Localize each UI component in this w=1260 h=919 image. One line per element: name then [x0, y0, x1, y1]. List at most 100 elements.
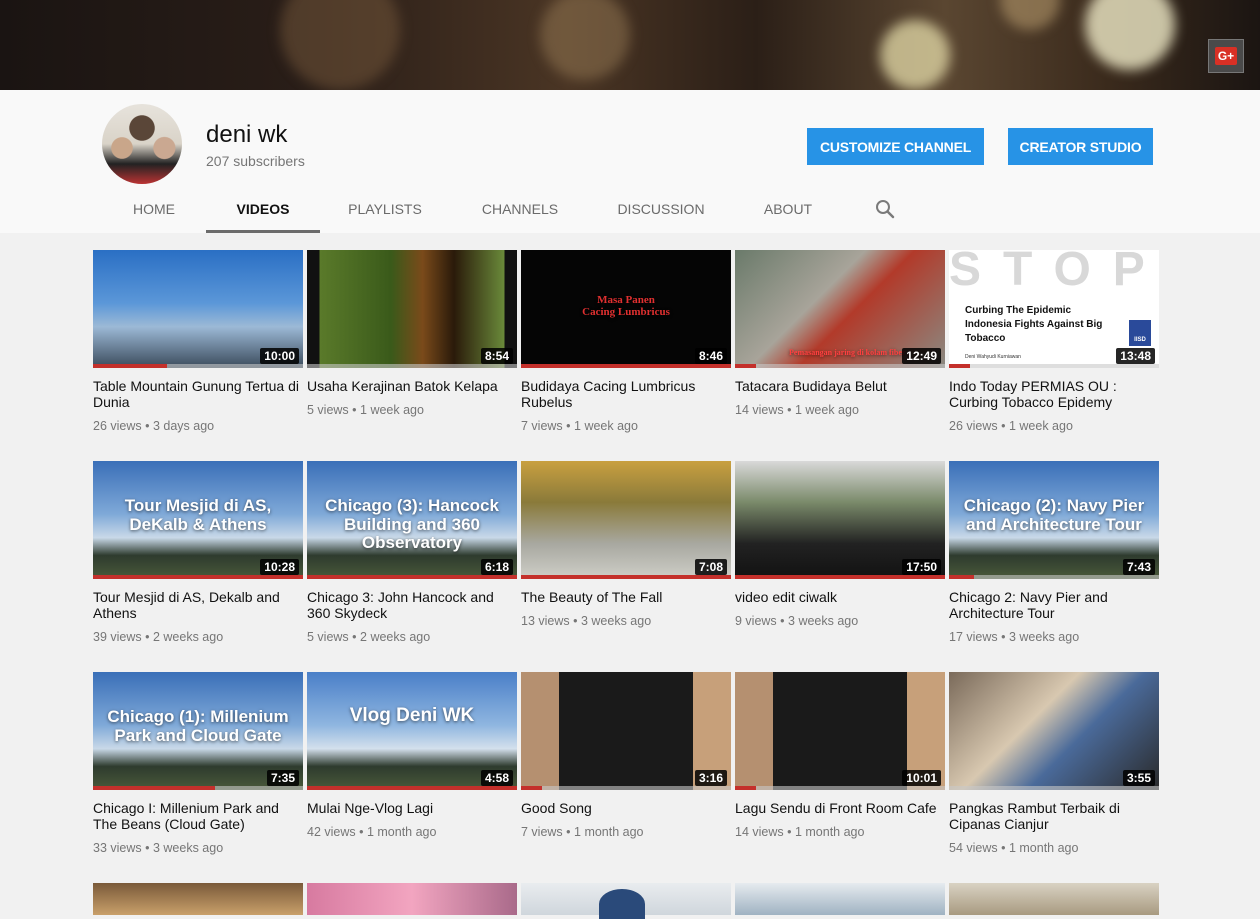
video-thumbnail[interactable]: 7:08 — [521, 461, 731, 579]
tab-home[interactable]: HOME — [108, 188, 200, 233]
video-meta: 26 views • 3 days ago — [93, 419, 303, 433]
video-thumbnail[interactable] — [949, 883, 1159, 915]
video-title[interactable]: Table Mountain Gunung Tertua di Dunia — [93, 378, 303, 410]
video-thumbnail[interactable]: 10:00 — [93, 250, 303, 368]
video-card[interactable]: 10:00 Table Mountain Gunung Tertua di Dun… — [93, 250, 303, 433]
search-icon[interactable] — [874, 198, 896, 220]
view-count: 5 views — [307, 630, 349, 644]
video-title[interactable]: Chicago 2: Navy Pier and Architecture To… — [949, 589, 1159, 621]
video-card[interactable]: Chicago (2): Navy Pier and Architecture … — [949, 461, 1159, 644]
video-card[interactable]: 7:08 The Beauty of The Fall 13 views • 3 w… — [521, 461, 731, 628]
video-card[interactable]: 17:50 video edit ciwalk 9 views • 3 weeks … — [735, 461, 945, 628]
video-card[interactable]: 8:54 Usaha Kerajinan Batok Kelapa 5 views … — [307, 250, 517, 417]
video-meta: 39 views • 2 weeks ago — [93, 630, 303, 644]
meta-separator: • — [562, 419, 575, 433]
video-thumbnail[interactable]: Chicago (1): Millenium Park and Cloud Ga… — [93, 672, 303, 790]
video-card[interactable]: 3:55 Pangkas Rambut Terbaik di Cipanas Ci… — [949, 672, 1159, 855]
video-title[interactable]: Chicago 3: John Hancock and 360 Skydeck — [307, 589, 517, 621]
video-card[interactable]: 3:16 Good Song 7 views • 1 month ago — [521, 672, 731, 839]
view-count: 33 views — [93, 841, 142, 855]
view-count: 42 views — [307, 825, 356, 839]
video-title[interactable]: Budidaya Cacing Lumbricus Rubelus — [521, 378, 731, 410]
watch-progress-track — [949, 575, 1159, 579]
video-thumbnail[interactable]: 17:50 — [735, 461, 945, 579]
video-card[interactable]: 10:01 Lagu Sendu di Front Room Cafe 14 vie… — [735, 672, 945, 839]
view-count: 39 views — [93, 630, 142, 644]
upload-age: 3 weeks ago — [580, 614, 652, 628]
thumbnail-logo: IISD — [1129, 320, 1151, 346]
watch-progress-bar — [93, 575, 303, 579]
video-duration: 10:01 — [902, 770, 941, 786]
video-meta: 13 views • 3 weeks ago — [521, 614, 731, 628]
meta-separator: • — [997, 630, 1009, 644]
video-card[interactable]: Tour Mesjid di AS, DeKalb & Athens 10:28 T… — [93, 461, 303, 644]
view-count: 5 views — [307, 403, 349, 417]
thumbnail-text: Masa Panen Cacing Lumbricus — [582, 294, 670, 319]
video-thumbnail[interactable] — [93, 883, 303, 915]
video-thumbnail[interactable]: Tour Mesjid di AS, DeKalb & Athens 10:28 — [93, 461, 303, 579]
video-thumbnail[interactable]: 3:16 — [521, 672, 731, 790]
video-thumbnail[interactable]: 3:55 — [949, 672, 1159, 790]
watch-progress-bar — [735, 364, 756, 368]
creator-studio-button[interactable]: CREATOR STUDIO — [1008, 128, 1153, 165]
video-title[interactable]: Pangkas Rambut Terbaik di Cipanas Cianju… — [949, 800, 1159, 832]
watch-progress-track — [307, 364, 517, 368]
video-thumbnail[interactable]: Pemasangan jaring di kolam fiber 12:49 — [735, 250, 945, 368]
watch-progress-bar — [949, 364, 970, 368]
video-title[interactable]: video edit ciwalk — [735, 589, 945, 605]
video-title[interactable]: Tour Mesjid di AS, Dekalb and Athens — [93, 589, 303, 621]
video-duration: 10:28 — [260, 559, 299, 575]
video-title[interactable]: Lagu Sendu di Front Room Cafe — [735, 800, 945, 816]
video-card[interactable]: STOP Curbing The Epidemic Indonesia Fight… — [949, 250, 1159, 433]
tab-about[interactable]: ABOUT — [750, 188, 826, 233]
watch-progress-bar — [735, 786, 756, 790]
thumbnail-text: Chicago (1): Millenium Park and Cloud Ga… — [107, 707, 289, 745]
video-thumbnail[interactable]: 10:01 — [735, 672, 945, 790]
video-title[interactable]: Good Song — [521, 800, 731, 816]
video-thumbnail[interactable]: Chicago (3): Hancock Building and 360 Ob… — [307, 461, 517, 579]
video-card[interactable]: Chicago (1): Millenium Park and Cloud Ga… — [93, 672, 303, 855]
watch-progress-bar — [521, 786, 542, 790]
video-card[interactable]: Chicago (3): Hancock Building and 360 Ob… — [307, 461, 517, 644]
video-meta: 54 views • 1 month ago — [949, 841, 1159, 855]
video-meta: 14 views • 1 month ago — [735, 825, 945, 839]
video-duration: 6:18 — [480, 559, 513, 575]
video-title[interactable]: Mulai Nge-Vlog Lagi — [307, 800, 517, 816]
video-card[interactable]: Vlog Deni WK 4:58 Mulai Nge-Vlog Lagi 42 vi… — [307, 672, 517, 839]
video-title[interactable]: Chicago I: Millenium Park and The Beans … — [93, 800, 303, 832]
channel-avatar[interactable] — [102, 104, 182, 184]
video-thumbnail[interactable]: Masa Panen Cacing Lumbricus 8:46 — [521, 250, 731, 368]
video-meta: 14 views • 1 week ago — [735, 403, 945, 417]
view-count: 7 views — [521, 419, 563, 433]
video-thumbnail[interactable]: Chicago (2): Navy Pier and Architecture … — [949, 461, 1159, 579]
thumbnail-text: Tour Mesjid di AS, DeKalb & Athens — [124, 496, 272, 534]
video-duration: 10:00 — [260, 348, 299, 364]
video-title[interactable]: Usaha Kerajinan Batok Kelapa — [307, 378, 517, 394]
upload-age: 1 week ago — [360, 403, 424, 417]
video-meta: 5 views • 2 weeks ago — [307, 630, 517, 644]
video-card[interactable]: Masa Panen Cacing Lumbricus 8:46 Budidaya … — [521, 250, 731, 433]
video-meta: 5 views • 1 week ago — [307, 403, 517, 417]
video-thumbnail[interactable] — [521, 883, 731, 919]
customize-channel-button[interactable]: CUSTOMIZE CHANNEL — [807, 128, 984, 165]
tab-playlists[interactable]: PLAYLISTS — [330, 188, 440, 233]
subscriber-count: 207 subscribers — [206, 153, 305, 169]
google-plus-link[interactable]: G+ — [1208, 39, 1244, 73]
tab-videos[interactable]: VIDEOS — [206, 188, 320, 233]
video-thumbnail[interactable] — [307, 883, 517, 915]
video-duration: 7:43 — [1122, 559, 1155, 575]
tab-discussion[interactable]: DISCUSSION — [604, 188, 718, 233]
video-card[interactable]: Pemasangan jaring di kolam fiber 12:49 Tat… — [735, 250, 945, 417]
video-duration: 4:58 — [480, 770, 513, 786]
video-thumbnail[interactable]: Vlog Deni WK 4:58 — [307, 672, 517, 790]
video-thumbnail[interactable] — [735, 883, 945, 915]
upload-age: 1 month ago — [574, 825, 644, 839]
tab-channels[interactable]: CHANNELS — [466, 188, 574, 233]
video-thumbnail[interactable]: STOP Curbing The Epidemic Indonesia Fight… — [949, 250, 1159, 368]
video-title[interactable]: The Beauty of The Fall — [521, 589, 731, 605]
video-duration: 3:55 — [1122, 770, 1155, 786]
thumbnail-subtitle: Curbing The Epidemic Indonesia Fights Ag… — [965, 305, 1103, 344]
video-title[interactable]: Indo Today PERMIAS OU : Curbing Tobacco … — [949, 378, 1159, 410]
video-thumbnail[interactable]: 8:54 — [307, 250, 517, 368]
video-title[interactable]: Tatacara Budidaya Belut — [735, 378, 945, 394]
